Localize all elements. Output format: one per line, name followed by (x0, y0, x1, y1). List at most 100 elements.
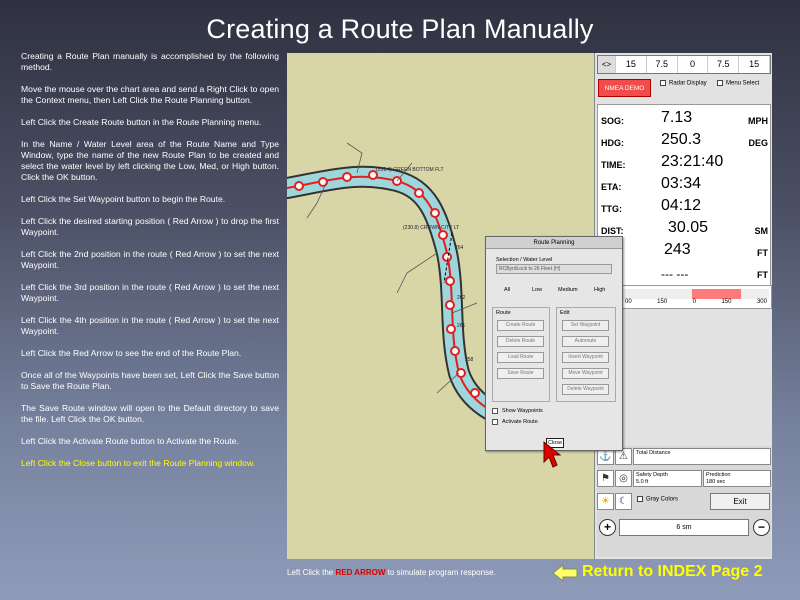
sun-icon[interactable]: ☀ (597, 493, 614, 510)
target-icon[interactable]: ◎ (615, 470, 632, 487)
radar-checkbox[interactable] (660, 80, 666, 86)
left-arrow-icon[interactable] (551, 563, 579, 583)
xte-tick: 0 (692, 299, 696, 305)
footer-prefix: Left Click the (287, 568, 334, 577)
mile-label: 264 (455, 245, 464, 251)
readout-label: TIME: (601, 160, 626, 170)
zoom-controls: + 6 sm − (597, 519, 771, 537)
menu-label: Menu Select (726, 80, 760, 87)
zoom-select[interactable]: 6 sm (619, 519, 749, 536)
readout-value: 243 (664, 241, 691, 258)
instruction-4: In the Name / Water Level area of the Ro… (21, 139, 279, 182)
readout-ttg: TTG: 04:12 (598, 195, 772, 215)
edit-group-label: Edit (560, 310, 570, 316)
readout-eta: ETA: 03:34 (598, 173, 772, 193)
instruction-13: Left Click the Activate Route button to … (21, 436, 239, 446)
instruction-3: Left Click the Create Route button in th… (21, 117, 262, 127)
total-distance-label: Total Distance (636, 450, 671, 456)
zoom-out-button[interactable]: − (753, 519, 770, 536)
readout-unit: SM (754, 226, 769, 236)
instruction-11: Once all of the Waypoints have been set,… (21, 370, 279, 391)
page-title: Creating a Route Plan Manually (206, 14, 594, 44)
delete-route-button[interactable]: Delete Route (497, 336, 544, 347)
prediction-box[interactable]: Prediction 180 sec (703, 470, 771, 487)
lower-controls: ⚓ ⚠ Total Distance ⚑ ◎ Safety Depth 5.0 … (597, 446, 771, 557)
readout-value: 250.3 (661, 131, 702, 148)
red-arrow-icon[interactable] (540, 440, 562, 470)
instruction-2: Move the mouse over the chart area and s… (21, 84, 279, 105)
instruction-14: Left Click the Close button to exit the … (21, 458, 256, 468)
create-route-button[interactable]: Create Route (497, 320, 544, 331)
readout-unit: MPH (748, 116, 768, 126)
readout-label: HDG: (601, 138, 624, 148)
route-planning-dialog: Route Planning Selection / Water Level R… (485, 236, 623, 451)
selection-dropdown[interactable]: RCByrdLock to 26 Fleet (H) (496, 264, 612, 274)
scale-toggle[interactable]: <> (598, 56, 616, 73)
insert-waypoint-button[interactable]: Insert Waypoint (562, 352, 609, 363)
nmea-demo-button[interactable]: NMEA DEMO (598, 79, 651, 97)
readout-height: H: --- --- FT (598, 261, 772, 281)
radar-label: Radar Display (669, 80, 707, 87)
gray-colors-label: Gray Colors (646, 496, 679, 503)
readout-label: TTG: (601, 204, 622, 214)
footer-red-arrow: RED ARROW (335, 568, 386, 577)
readout-label: DIST: (601, 226, 624, 236)
return-to-index-link[interactable]: Return to INDEX Page 2 (582, 563, 762, 581)
instruction-6: Left Click the desired starting position… (21, 216, 279, 237)
readout-dist: DIST: 30.05 SM (598, 217, 772, 237)
readout-value: 23:21:40 (661, 153, 724, 170)
moon-icon[interactable]: ☾ (615, 493, 632, 510)
scale-tick: 7.5 (647, 56, 678, 73)
level-high[interactable]: High (594, 287, 605, 293)
xte-scale: <> 15 7.5 0 7.5 15 (597, 55, 771, 74)
total-distance-box: Total Distance (633, 448, 771, 465)
level-all[interactable]: All (504, 287, 510, 293)
prediction-label: Prediction (706, 472, 731, 478)
xte-bar: 00 150 0 150 300 (620, 285, 772, 309)
flag-icon[interactable]: ⚑ (597, 470, 614, 487)
delete-waypoint-button[interactable]: Delete Waypoint (562, 384, 609, 395)
readout-unit: FT (757, 270, 768, 280)
scale-tick: 0 (678, 56, 709, 73)
menu-checkbox[interactable] (717, 80, 723, 86)
radar-display-option[interactable]: Radar Display (660, 80, 710, 88)
exit-button[interactable]: Exit (710, 493, 770, 510)
load-route-button[interactable]: Load Route (497, 352, 544, 363)
safety-depth-value: 5.0 ft (636, 479, 649, 485)
readouts-panel: SOG: 7.13 MPH HDG: 250.3 DEG TIME: 23:21… (597, 104, 771, 287)
show-waypoints-checkbox[interactable] (492, 408, 498, 414)
xte-tick: 150 (721, 299, 732, 305)
scale-tick: 15 (616, 56, 647, 73)
readout-unit: DEG (748, 138, 768, 148)
selection-value: RCByrdLock to 26 Fleet (H) (499, 266, 561, 272)
menu-select-option[interactable]: Menu Select (717, 80, 767, 88)
xte-track (623, 289, 769, 299)
level-medium[interactable]: Medium (558, 287, 578, 293)
show-waypoints-label: Show Waypoints (502, 408, 543, 414)
activate-route-label: Activate Route (502, 419, 538, 425)
readout-sog: SOG: 7.13 MPH (598, 107, 772, 127)
zoom-value: 6 sm (676, 524, 692, 531)
instruction-9: Left Click the 4th position in the route… (21, 315, 279, 336)
prediction-value: 180 sec (706, 479, 726, 485)
readout-value: 7.13 (661, 109, 693, 126)
map-label-green-bottom: (231.4) GREEN BOTTOM FLT (376, 167, 444, 173)
activate-route-checkbox[interactable] (492, 419, 498, 425)
save-route-button[interactable]: Save Route (497, 368, 544, 379)
dialog-title: Route Planning (486, 237, 622, 249)
scale-tick: 15 (739, 56, 770, 73)
footer-instruction: Left Click the RED ARROW to simulate pro… (287, 568, 496, 577)
set-waypoint-button[interactable]: Set Waypoint (562, 320, 609, 331)
safety-depth-label: Safety Depth (636, 472, 668, 478)
safety-depth-box[interactable]: Safety Depth 5.0 ft (633, 470, 702, 487)
move-waypoint-button[interactable]: Move Waypoint (562, 368, 609, 379)
gray-colors-option[interactable]: Gray Colors (637, 496, 697, 504)
gray-colors-checkbox[interactable] (637, 496, 643, 502)
map-label-crown-city: (230.8) CROWN CITY LT (403, 225, 459, 231)
instruction-7: Left Click the 2nd position in the route… (21, 249, 279, 270)
autoroute-button[interactable]: Autoroute (562, 336, 609, 347)
level-low[interactable]: Low (532, 287, 542, 293)
mile-label: 262 (457, 295, 466, 301)
zoom-in-button[interactable]: + (599, 519, 616, 536)
mile-label: 261 (457, 323, 466, 329)
